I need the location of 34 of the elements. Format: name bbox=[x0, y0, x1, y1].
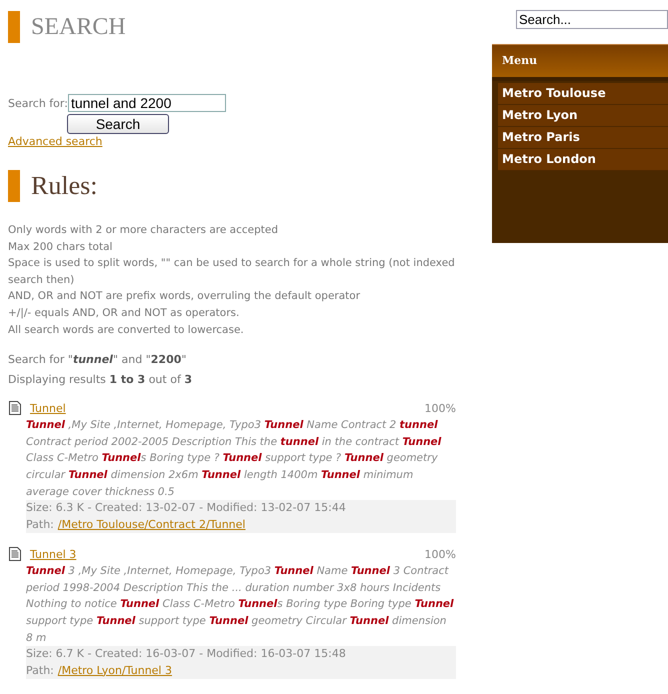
menu-item[interactable]: Metro Paris bbox=[498, 127, 668, 149]
page-heading: SEARCH bbox=[31, 14, 126, 40]
result-excerpt: Tunnel ,My Site ,Internet, Homepage, Typo3 Tunnel Name Contract 2 tunnel Contract period 2002-2005 Description This the tunnel in the contract Tunnel Class C-Metro Tunnels Boring type ? Tunnel support type ? Tunnel geometry circular Tunnel dimension 2x6m Tunnel length 1400m Tunnel minimum average cover thickness 0.5 bbox=[25, 418, 442, 500]
page-heading: Rules: bbox=[31, 171, 98, 201]
result-info: Size: 6.3 K - Created: 13-02-07 - Modified: 13-02-07 15:44 bbox=[26, 500, 347, 516]
menu-item[interactable]: Metro Lyon bbox=[498, 105, 668, 127]
site-search-box[interactable]: Search... bbox=[516, 10, 668, 29]
rule-text: +/|/- equals AND, OR and NOT as operators. bbox=[8, 306, 240, 321]
rule-text: Only words with 2 or more characters are accepted bbox=[8, 223, 280, 238]
rule-text: Space is used to split words, "" can be used to search for a whole string (not indexed search then) bbox=[8, 256, 456, 288]
rule-text: Max 200 chars total bbox=[8, 240, 114, 255]
search-summary: Search for "tunnel" and "2200" bbox=[8, 353, 188, 366]
path-label: Path: bbox=[26, 518, 54, 531]
path-label: Path: bbox=[26, 664, 54, 677]
document-icon bbox=[9, 547, 21, 562]
field-label: Search for: bbox=[8, 96, 68, 110]
menu-item[interactable]: Metro London bbox=[498, 149, 668, 171]
result-info: Size: 6.7 K - Created: 16-03-07 - Modified: 16-03-07 15:48 bbox=[26, 646, 347, 662]
heading-marker bbox=[8, 11, 20, 43]
menu-title: Menu bbox=[492, 45, 668, 81]
heading-marker bbox=[8, 170, 20, 202]
result-title-link[interactable]: Tunnel bbox=[30, 402, 66, 415]
relevance-score: 100% bbox=[424, 402, 456, 415]
document-icon bbox=[9, 401, 21, 416]
menu-item[interactable]: Metro Toulouse bbox=[498, 83, 668, 105]
search-field[interactable]: tunnel and 2200 bbox=[68, 94, 226, 112]
results-count: Displaying results 1 to 3 out of 3 bbox=[8, 373, 193, 386]
advanced-search-link[interactable]: Advanced search bbox=[8, 135, 102, 148]
rule-text: AND, OR and NOT are prefix words, overruling the default operator bbox=[8, 289, 362, 304]
rule-text: All search words are converted to lowercase. bbox=[8, 322, 245, 338]
result-title-link[interactable]: Tunnel 3 bbox=[30, 548, 76, 561]
relevance-score: 100% bbox=[424, 548, 456, 561]
search-button[interactable]: Search bbox=[67, 114, 169, 134]
result-excerpt: Tunnel 3 ,My Site ,Internet, Homepage, Typo3 Tunnel Name Tunnel 3 Contract period 1998-2004 Description This the ... duration number 3x8 hours Incidents Nothing to notice Tunnel Class C-Metro Tunnels Boring type Boring type Tunnel support type Tunnel support type Tunnel geometry Circular Tunnel dimension 8 m bbox=[25, 564, 455, 646]
